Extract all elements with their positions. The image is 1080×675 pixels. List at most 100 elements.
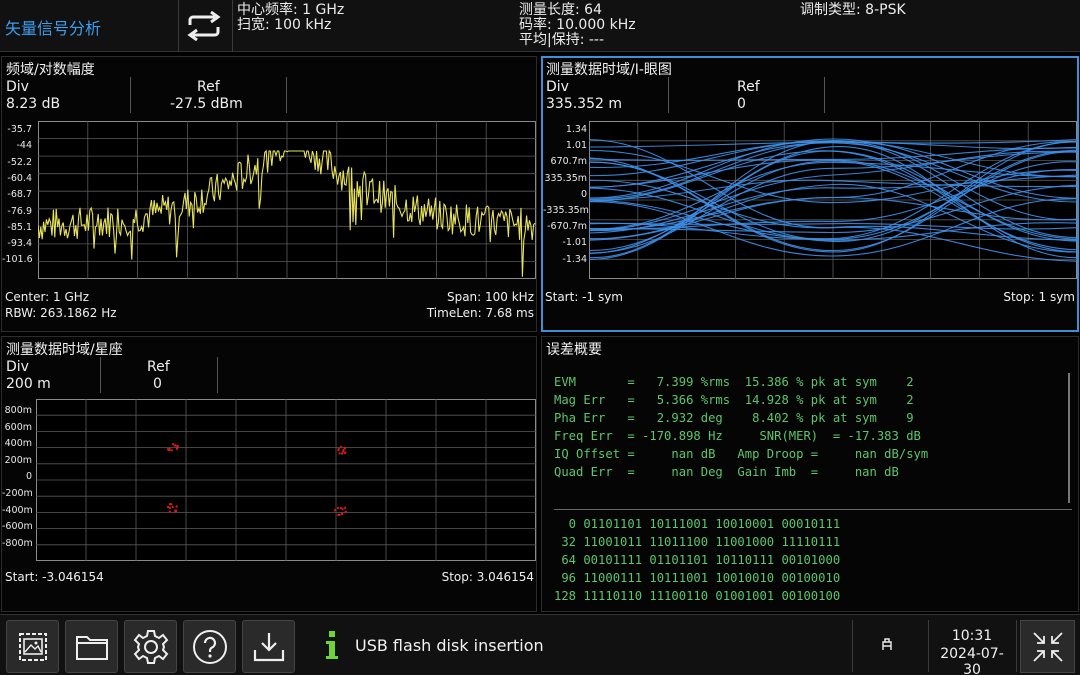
div-value: 335.352 m xyxy=(546,96,622,112)
constellation-point xyxy=(172,443,175,446)
app-title[interactable]: 矢量信号分析 xyxy=(5,15,101,39)
constellation-point xyxy=(339,506,342,509)
ref-label: Ref xyxy=(147,359,170,375)
y-tick-label: -335.35m xyxy=(543,205,589,216)
spectrum-timelen: TimeLen: 7.68 ms xyxy=(426,306,534,320)
div-label: Div xyxy=(6,79,29,95)
error-summary-panel[interactable]: 误差概要 EVM = 7.399 %rms 15.386 % pk at sym… xyxy=(541,336,1079,612)
y-tick-label: -52.2 xyxy=(7,156,32,168)
div-value: 8.23 dB xyxy=(6,96,61,112)
div-value: 200 m xyxy=(6,376,51,392)
constellation-point xyxy=(342,448,345,451)
settings-button[interactable] xyxy=(124,620,177,673)
bit-row: 160 10001111 10010111 10110011 10110000 xyxy=(554,607,840,609)
info-divider xyxy=(130,77,131,113)
y-tick-label: 670.7m xyxy=(550,156,587,168)
spectrum-panel[interactable]: 频域/对数幅度 Div 8.23 dB Ref -27.5 dBm -35.7 -… xyxy=(1,56,537,332)
screenshot-icon xyxy=(18,632,47,661)
constellation-point xyxy=(168,507,171,510)
fullscreen-button[interactable] xyxy=(1020,620,1075,673)
constellation-point xyxy=(333,509,336,512)
constellation-point xyxy=(341,512,344,515)
folder-icon xyxy=(75,635,108,660)
constellation-point xyxy=(339,446,342,449)
bit-row: 0 01101101 10111001 10010001 00010111 xyxy=(554,517,841,531)
y-tick-label: -400m xyxy=(2,504,33,516)
constellation-point xyxy=(175,509,178,512)
ref-label: Ref xyxy=(197,79,220,95)
y-tick-label: -670.7m xyxy=(547,221,587,233)
constellation-point xyxy=(168,510,171,513)
header-modulation-group[interactable]: 调制类型: 8-PSK xyxy=(800,3,906,18)
info-divider xyxy=(286,77,287,113)
error-metric-line: Pha Err = 2.932 deg 8.402 % pk at sym 9 xyxy=(554,411,914,425)
status-message: USB flash disk insertion xyxy=(355,636,544,655)
y-tick-label: -85.1 xyxy=(7,221,32,233)
eye-diagram-panel[interactable]: 测量数据时域/I-眼图 Div 335.352 m Ref 0 1.34 1.01… xyxy=(541,56,1079,332)
y-tick-label: 0 xyxy=(580,188,587,200)
file-manager-button[interactable] xyxy=(65,620,118,673)
y-tick-label: 1.01 xyxy=(565,140,587,152)
constellation-point xyxy=(175,446,178,449)
settings-icon xyxy=(133,629,168,664)
bit-list[interactable]: 0 01101101 10111001 10010001 00010111 32… xyxy=(542,513,1072,609)
error-metric-line: Quad Err = nan Deg Gain Imb = nan dB xyxy=(554,465,899,479)
save-button[interactable] xyxy=(242,620,295,673)
constellation-start: Start: -3.046154 xyxy=(5,570,104,584)
spectrum-rbw: RBW: 263.1862 Hz xyxy=(5,306,117,320)
constellation-stop: Stop: 3.046154 xyxy=(441,570,534,584)
header-freq-group[interactable]: 中心频率: 1 GHz 扫宽: 100 kHz xyxy=(237,3,344,33)
constellation-point xyxy=(341,452,344,455)
info-divider xyxy=(824,77,825,113)
header-divider xyxy=(232,0,233,52)
y-tick-label: 600m xyxy=(4,421,32,433)
div-label: Div xyxy=(546,79,569,95)
span-value: 扫宽: 100 kHz xyxy=(237,17,332,33)
y-tick-label: 0 xyxy=(25,471,32,483)
y-tick-label: 400m xyxy=(4,438,32,450)
error-summary-scrollbar[interactable] xyxy=(1068,373,1070,503)
eye-div: Div 335.352 m xyxy=(546,79,622,113)
y-tick-label: -101.6 xyxy=(2,254,33,266)
constellation-panel[interactable]: 测量数据时域/星座 Div 200 m Ref 0 800m 600m 400m 20… xyxy=(1,336,537,612)
spectrum-span: Span: 100 kHz xyxy=(446,290,534,304)
spectrum-plot[interactable] xyxy=(38,121,536,279)
constellation-point xyxy=(169,503,171,506)
y-tick-label: 200m xyxy=(4,454,32,466)
eye-plot[interactable] xyxy=(589,121,1077,279)
constellation-point xyxy=(343,447,346,449)
center-frequency: 中心频率: 1 GHz xyxy=(237,2,345,18)
constellation-div: Div 200 m xyxy=(6,359,51,393)
bottom-divider xyxy=(928,620,929,672)
bit-row: 128 11110110 11100110 01001001 00100100 xyxy=(554,589,841,603)
y-tick-label: -60.4 xyxy=(7,172,32,184)
error-metric-line: Mag Err = 5.366 %rms 14.928 % pk at sym … xyxy=(554,393,914,407)
screenshot-button[interactable] xyxy=(6,620,59,673)
info-divider xyxy=(217,357,218,393)
header-measure-group[interactable]: 测量长度: 64 码率: 10.000 kHz 平均|保持: --- xyxy=(519,3,636,48)
div-label: Div xyxy=(6,359,29,375)
info-divider xyxy=(100,357,101,393)
y-tick-label: -600m xyxy=(2,521,33,533)
constellation-point xyxy=(174,444,177,447)
spectrum-title: 频域/对数幅度 xyxy=(6,62,95,78)
info-divider xyxy=(668,77,669,113)
constellation-point xyxy=(167,448,169,451)
header-divider xyxy=(178,0,179,52)
constellation-point xyxy=(344,506,347,509)
help-button[interactable] xyxy=(183,620,236,673)
constellation-plot[interactable] xyxy=(36,399,536,561)
constellation-point xyxy=(337,447,340,450)
swap-button[interactable] xyxy=(180,2,228,50)
help-icon xyxy=(192,629,227,664)
constellation-point xyxy=(175,505,178,508)
constellation-point xyxy=(344,451,347,454)
ref-value: -27.5 dBm xyxy=(170,96,243,112)
y-tick-label: -1.34 xyxy=(562,253,587,265)
spectrum-center: Center: 1 GHz xyxy=(5,290,90,304)
bit-row: 64 00101111 01101101 10110111 00101000 xyxy=(554,553,841,567)
collapse-icon xyxy=(1032,631,1063,662)
error-summary-title: 误差概要 xyxy=(546,342,602,358)
spectrum-ref: Ref -27.5 dBm xyxy=(170,79,243,113)
constellation-point xyxy=(171,506,174,509)
